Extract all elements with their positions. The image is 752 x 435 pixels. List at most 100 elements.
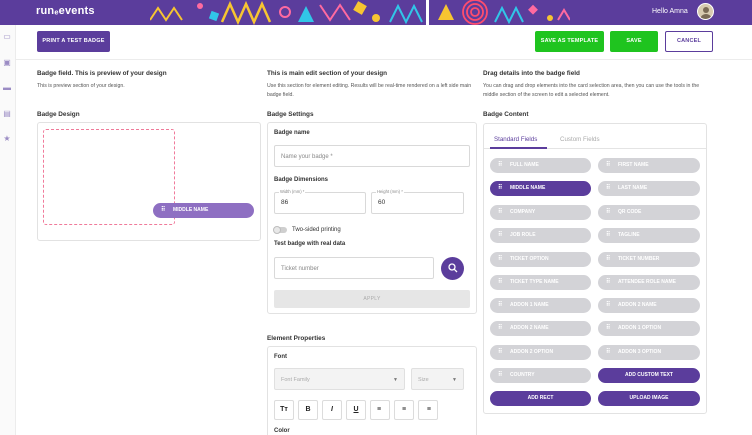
- field-label: FULL NAME: [510, 162, 539, 168]
- badge-name-input[interactable]: Name your badge *: [274, 145, 470, 167]
- underline-button[interactable]: U: [346, 400, 366, 420]
- search-ticket-button[interactable]: [441, 257, 464, 280]
- height-label: Height (mm) *: [376, 189, 404, 194]
- tab-custom-fields[interactable]: Custom Fields: [560, 136, 600, 143]
- add-rect-button[interactable]: ADD RECT: [490, 391, 591, 406]
- field-label: COMPANY: [510, 209, 536, 215]
- drag-handle-icon[interactable]: ⠿: [498, 158, 503, 173]
- drag-handle-icon[interactable]: ⠿: [606, 275, 611, 290]
- drag-handle-icon[interactable]: ⠿: [606, 252, 611, 267]
- field-ticket-number[interactable]: ⠿ TICKET NUMBER: [598, 252, 700, 267]
- field-last-name[interactable]: ⠿ LAST NAME: [598, 181, 700, 196]
- cancel-button[interactable]: CANCEL: [665, 31, 713, 52]
- drag-handle-icon[interactable]: ⠿: [498, 345, 503, 360]
- field-addon-2-name-right[interactable]: ⠿ ADDON 2 NAME: [598, 298, 700, 313]
- align-left-button[interactable]: ≡: [370, 400, 390, 420]
- align-right-button[interactable]: ≡: [418, 400, 438, 420]
- field-tagline[interactable]: ⠿ TAGLINE: [598, 228, 700, 243]
- font-family-select[interactable]: Font Family ▼: [274, 368, 405, 390]
- app-logo[interactable]: runₑevents: [36, 5, 95, 17]
- drag-handle-icon[interactable]: ⠿: [606, 228, 611, 243]
- upload-image-button[interactable]: UPLOAD IMAGE: [598, 391, 700, 406]
- field-middle-name[interactable]: ⠿ MIDDLE NAME: [490, 181, 591, 196]
- chevron-down-icon: ▼: [452, 377, 457, 383]
- chevron-down-icon: ▼: [393, 377, 398, 383]
- field-qr-code[interactable]: ⠿ QR CODE: [598, 205, 700, 220]
- field-label: TICKET OPTION: [510, 256, 549, 262]
- align-center-button[interactable]: ≡: [394, 400, 414, 420]
- save-button[interactable]: SAVE: [610, 31, 658, 52]
- color-label: Color: [274, 428, 290, 434]
- two-sided-toggle[interactable]: [273, 226, 287, 234]
- drag-handle-icon[interactable]: ⠿: [498, 252, 503, 267]
- tab-standard-fields[interactable]: Standard Fields: [494, 136, 537, 143]
- font-size-value: Size: [418, 377, 429, 383]
- field-addon-1-name[interactable]: ⠿ ADDON 1 NAME: [490, 298, 591, 313]
- field-label: ADDON 2 OPTION: [510, 349, 554, 355]
- drag-handle-icon[interactable]: ⠿: [606, 205, 611, 220]
- drag-handle-icon[interactable]: ⠿: [606, 158, 611, 173]
- avatar-body: [700, 14, 712, 19]
- folder-icon[interactable]: ▬: [3, 84, 11, 92]
- text-transform-button[interactable]: Tт: [274, 400, 294, 420]
- document-icon[interactable]: ▤: [3, 110, 11, 118]
- edit-title: This is main edit section of your design: [267, 70, 388, 77]
- save-as-template-button[interactable]: SAVE AS TEMPLATE: [535, 31, 604, 52]
- field-ticket-option[interactable]: ⠿ TICKET OPTION: [490, 252, 591, 267]
- drag-handle-icon[interactable]: ⠿: [606, 321, 611, 336]
- italic-button[interactable]: I: [322, 400, 342, 420]
- field-addon-2-name[interactable]: ⠿ ADDON 2 NAME: [490, 321, 591, 336]
- drag-handle-icon[interactable]: ⠿: [498, 275, 503, 290]
- field-ticket-type-name[interactable]: ⠿ TICKET TYPE NAME: [490, 275, 591, 290]
- image-icon[interactable]: ▣: [3, 59, 11, 67]
- chat-icon[interactable]: ▭: [3, 33, 11, 41]
- drag-handle-icon[interactable]: ⠿: [498, 228, 503, 243]
- edit-description: Use this section for element editing. Re…: [267, 83, 472, 98]
- ticket-number-input[interactable]: Ticket number: [274, 257, 434, 279]
- drag-handle-icon[interactable]: ⠿: [498, 205, 503, 220]
- print-test-badge-button[interactable]: PRINT A TEST BADGE: [37, 31, 110, 52]
- field-label: JOB ROLE: [510, 232, 536, 238]
- field-label: COUNTRY: [510, 372, 535, 378]
- drag-handle-icon[interactable]: ⠿: [606, 181, 611, 196]
- drag-handle-icon[interactable]: ⠿: [161, 203, 166, 218]
- field-label: LAST NAME: [618, 185, 648, 191]
- field-label: TICKET TYPE NAME: [510, 279, 559, 285]
- badge-design-heading: Badge Design: [37, 111, 80, 118]
- badge-name-label: Badge name: [274, 130, 310, 136]
- drag-handle-icon[interactable]: ⠿: [498, 321, 503, 336]
- drag-handle-icon[interactable]: ⠿: [498, 181, 503, 196]
- drag-handle-icon[interactable]: ⠿: [606, 298, 611, 313]
- avatar-head: [703, 7, 709, 13]
- field-first-name[interactable]: ⠿ FIRST NAME: [598, 158, 700, 173]
- bold-button[interactable]: B: [298, 400, 318, 420]
- star-icon[interactable]: ★: [3, 135, 11, 143]
- field-full-name[interactable]: ⠿ FULL NAME: [490, 158, 591, 173]
- side-rail: ▭ ▣ ▬ ▤ ★: [0, 25, 16, 435]
- user-avatar[interactable]: [697, 3, 714, 20]
- field-label: ADDON 1 OPTION: [618, 325, 662, 331]
- field-attendee-role-name[interactable]: ⠿ ATTENDEE ROLE NAME: [598, 275, 700, 290]
- field-addon-3-option[interactable]: ⠿ ADDON 3 OPTION: [598, 345, 700, 360]
- canvas-element-middle-name[interactable]: ⠿ MIDDLE NAME: [153, 203, 254, 218]
- drag-handle-icon[interactable]: ⠿: [498, 298, 503, 313]
- field-job-role[interactable]: ⠿ JOB ROLE: [490, 228, 591, 243]
- drag-handle-icon[interactable]: ⠿: [606, 345, 611, 360]
- content-title: Drag details into the badge field: [483, 70, 580, 77]
- width-value: 86: [281, 199, 289, 206]
- field-company[interactable]: ⠿ COMPANY: [490, 205, 591, 220]
- add-custom-text-button[interactable]: ADD CUSTOM TEXT: [598, 368, 700, 383]
- field-addon-2-option[interactable]: ⠿ ADDON 2 OPTION: [490, 345, 591, 360]
- two-sided-label: Two-sided printing: [292, 227, 341, 233]
- element-properties-heading: Element Properties: [267, 335, 326, 342]
- field-label: QR CODE: [618, 209, 642, 215]
- apply-button[interactable]: APPLY: [274, 290, 470, 308]
- field-country[interactable]: ⠿ COUNTRY: [490, 368, 591, 383]
- search-icon: [447, 263, 457, 273]
- field-label: ADDON 1 NAME: [510, 302, 549, 308]
- field-label: ATTENDEE ROLE NAME: [618, 279, 676, 285]
- font-size-select[interactable]: Size ▼: [411, 368, 464, 390]
- drag-handle-icon[interactable]: ⠿: [498, 368, 503, 383]
- field-addon-1-option[interactable]: ⠿ ADDON 1 OPTION: [598, 321, 700, 336]
- canvas-element-label: MIDDLE NAME: [173, 207, 209, 213]
